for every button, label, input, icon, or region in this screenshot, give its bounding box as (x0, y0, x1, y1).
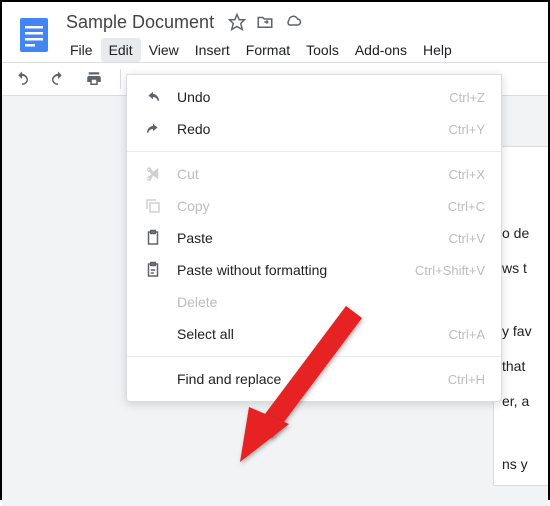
menu-separator (127, 151, 501, 152)
doc-text: ns y (502, 454, 540, 475)
menu-select-all-shortcut: Ctrl+A (449, 327, 485, 342)
menu-redo[interactable]: Redo Ctrl+Y (127, 113, 501, 145)
menubar: File Edit View Insert Format Tools Add-o… (62, 38, 548, 62)
redo-icon (141, 120, 165, 138)
print-button[interactable] (84, 69, 104, 89)
menu-view[interactable]: View (141, 38, 187, 62)
menu-edit[interactable]: Edit (101, 38, 141, 62)
menu-undo-label: Undo (177, 89, 449, 105)
menu-undo[interactable]: Undo Ctrl+Z (127, 81, 501, 113)
menu-select-all[interactable]: Select all Ctrl+A (127, 318, 501, 350)
menu-format[interactable]: Format (238, 38, 298, 62)
paste-icon (141, 229, 165, 247)
menu-separator (127, 356, 501, 357)
menu-find-replace[interactable]: Find and replace Ctrl+H (127, 363, 501, 395)
cloud-status-icon[interactable] (284, 13, 302, 31)
menu-copy-label: Copy (177, 198, 448, 214)
menu-cut-label: Cut (177, 166, 449, 182)
edit-dropdown: Undo Ctrl+Z Redo Ctrl+Y Cut Ctrl+X Copy … (126, 74, 502, 402)
menu-undo-shortcut: Ctrl+Z (449, 90, 485, 105)
menu-cut: Cut Ctrl+X (127, 158, 501, 190)
docs-logo[interactable] (14, 14, 54, 54)
menu-copy: Copy Ctrl+C (127, 190, 501, 222)
undo-icon (141, 88, 165, 106)
doc-text: y fav (502, 321, 540, 342)
redo-button[interactable] (48, 69, 68, 89)
menu-insert[interactable]: Insert (187, 38, 238, 62)
menu-paste-no-format[interactable]: Paste without formatting Ctrl+Shift+V (127, 254, 501, 286)
menu-paste-shortcut: Ctrl+V (449, 231, 485, 246)
doc-text: er, a (502, 391, 540, 412)
doc-text: ws t (502, 258, 540, 279)
menu-select-all-label: Select all (177, 326, 449, 342)
menu-find-replace-label: Find and replace (177, 371, 448, 387)
move-folder-icon[interactable] (256, 13, 274, 31)
menu-paste-no-format-shortcut: Ctrl+Shift+V (415, 263, 485, 278)
menu-paste[interactable]: Paste Ctrl+V (127, 222, 501, 254)
menu-paste-label: Paste (177, 230, 449, 246)
menu-paste-no-format-label: Paste without formatting (177, 262, 415, 278)
doc-text: that (502, 356, 540, 377)
menu-help[interactable]: Help (415, 38, 460, 62)
menu-file[interactable]: File (62, 38, 101, 62)
menu-cut-shortcut: Ctrl+X (449, 167, 485, 182)
doc-text: o de (502, 223, 540, 244)
paste-nofmt-icon (141, 261, 165, 279)
copy-icon (141, 197, 165, 215)
menu-find-replace-shortcut: Ctrl+H (448, 372, 485, 387)
star-icon[interactable] (228, 13, 246, 31)
menu-redo-label: Redo (177, 121, 449, 137)
menu-redo-shortcut: Ctrl+Y (449, 122, 485, 137)
menu-addons[interactable]: Add-ons (347, 38, 415, 62)
document-title[interactable]: Sample Document (62, 10, 218, 35)
undo-button[interactable] (12, 69, 32, 89)
cut-icon (141, 165, 165, 183)
menu-tools[interactable]: Tools (298, 38, 347, 62)
menu-delete: Delete (127, 286, 501, 318)
menu-delete-label: Delete (177, 294, 485, 310)
toolbar-separator (120, 69, 121, 89)
menu-copy-shortcut: Ctrl+C (448, 199, 485, 214)
